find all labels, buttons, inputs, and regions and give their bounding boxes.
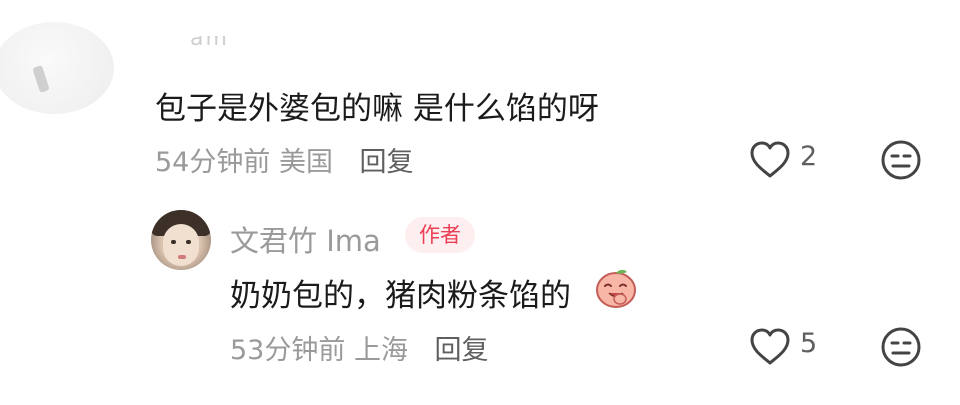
author-username[interactable]: 文君竹 Ima: [230, 218, 381, 260]
reply-like-heart-icon[interactable]: [749, 327, 791, 367]
reply-reply-button[interactable]: 回复: [435, 335, 489, 366]
like-heart-icon[interactable]: [749, 140, 791, 180]
comment-thread: am 包子是外婆包的嘛 是什么馅的呀 54分钟前 美国 回复 2 文君竹 Ima…: [0, 0, 960, 405]
comment-text: 包子是外婆包的嘛 是什么馅的呀: [155, 91, 599, 127]
reply-text: 奶奶包的，猪肉粉条馅的: [230, 278, 571, 314]
dislike-face-icon[interactable]: [880, 139, 922, 181]
reply-location: 上海: [353, 335, 408, 366]
author-badge: 作者: [405, 217, 475, 253]
reply-button[interactable]: 回复: [360, 147, 414, 178]
reply-meta: 53分钟前 上海 回复: [230, 328, 489, 367]
reply-time: 53分钟前: [230, 335, 346, 366]
laughing-peach-emoji-icon: [596, 269, 636, 308]
comment-meta: 54分钟前 美国 回复: [155, 140, 414, 179]
reply-like-count: 5: [800, 328, 818, 359]
commenter-username[interactable]: am: [190, 36, 280, 50]
author-avatar[interactable]: [151, 210, 211, 270]
commenter-avatar[interactable]: [0, 22, 114, 114]
comment-location: 美国: [278, 147, 333, 178]
comment-time: 54分钟前: [155, 147, 271, 178]
reply-dislike-face-icon[interactable]: [880, 326, 922, 368]
like-count: 2: [800, 141, 818, 172]
